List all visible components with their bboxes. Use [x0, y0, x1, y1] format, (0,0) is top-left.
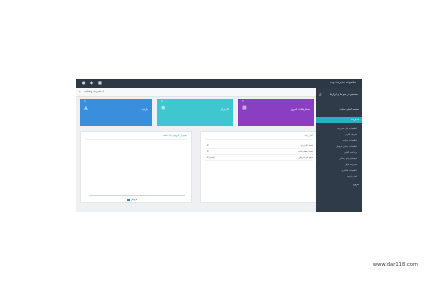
watermark-text: www.dar118.com — [372, 262, 418, 268]
toolbar: ‹ مدیریت وبسایت > — [76, 88, 316, 97]
stats-row-value: 0 — [207, 144, 209, 147]
chart-legend: فروش — [127, 198, 137, 201]
stats-row-label: تعداد کاربران — [300, 144, 313, 147]
tile-users-value: 0 — [161, 100, 163, 103]
app-window: ● ◆ ■ مجموعه مدیریت وب ‹ مدیریت وبسایت >… — [76, 79, 362, 212]
sidebar-subitem[interactable]: سیستم پیام رسانی — [339, 157, 357, 160]
stats-row: مبلغ کل فروش 0 تومان — [205, 156, 313, 161]
tile-users[interactable]: 0 ● کاربران — [157, 99, 233, 126]
sidebar-subitem[interactable]: تنظیمات بخش فروش — [336, 145, 357, 148]
basic-stats-title: آمار پایه — [304, 134, 313, 137]
stats-row-label: مبلغ کل فروش — [298, 156, 313, 159]
legend-label: فروش — [131, 198, 138, 201]
brand-title: مجموعه مدیریت وب — [330, 80, 356, 84]
panel-divider — [85, 139, 187, 140]
tile-orders-value: 0 — [242, 100, 244, 103]
search-icon: ⌕ — [319, 92, 322, 98]
panel-divider — [205, 139, 313, 140]
sidebar-item-logout[interactable]: خروج — [353, 183, 359, 186]
sidebar-subitem[interactable]: آمار بازدید — [347, 175, 357, 178]
basic-stats-panel: آمار پایه تعداد کاربران 0 تعداد سفارشات … — [200, 131, 318, 203]
legend-swatch — [127, 198, 130, 201]
breadcrumb[interactable]: مدیریت وبسایت > — [84, 90, 104, 93]
sidebar-subitem[interactable]: تنظیمات پنل مدیریت — [337, 127, 357, 130]
sidebar-subitem[interactable]: مدیریت فایل — [345, 163, 357, 166]
stats-row-value: 0 تومان — [207, 156, 215, 159]
chart-baseline — [89, 195, 185, 197]
sales-chart-panel: نمودار فروش یک هفته فروش — [80, 131, 192, 203]
sidebar-item-management[interactable]: مدیریت — [316, 117, 362, 123]
chevron-left-icon[interactable]: ‹ — [79, 89, 81, 94]
sidebar-search-text: جستجو در منو ها و ابزارها — [329, 93, 358, 96]
stats-row-value: 0 — [207, 150, 209, 153]
top-bar: ● ◆ ■ مجموعه مدیریت وب — [76, 79, 362, 88]
bell-icon[interactable]: ◆ — [90, 81, 94, 85]
sidebar-subitem[interactable]: پرداخت آنلاین — [344, 151, 357, 154]
tile-users-label: کاربران — [220, 107, 229, 111]
sidebar-subitem[interactable]: تنظیمات سایت — [343, 139, 357, 142]
tile-orders-label: سفارشات امروز — [290, 107, 310, 111]
settings-icon[interactable]: ■ — [98, 81, 102, 85]
user-icon[interactable]: ● — [82, 81, 86, 85]
sidebar-item-label: مدیریت — [350, 118, 359, 121]
sidebar: ⌕ جستجو در منو ها و ابزارها صفحه اصلی سا… — [316, 88, 362, 212]
stats-row-label: تعداد سفارشات — [297, 150, 313, 153]
stats-row: تعداد کاربران 0 — [205, 144, 313, 149]
users-icon: ● — [161, 105, 166, 111]
sidebar-search[interactable]: ⌕ جستجو در منو ها و ابزارها — [318, 92, 360, 100]
tile-visits-label: بازدید — [141, 107, 148, 111]
sidebar-subitem[interactable]: تعریف کاربر — [345, 133, 357, 136]
stats-row: تعداد سفارشات 0 — [205, 150, 313, 155]
tile-visits-value: 0 — [84, 100, 86, 103]
chart-icon: ▲ — [84, 105, 88, 111]
tile-orders[interactable]: 0 ■ سفارشات امروز — [238, 99, 314, 126]
sidebar-item-home[interactable]: صفحه اصلی سایت — [339, 108, 359, 111]
sidebar-subitem[interactable]: تنظیمات ظاهری — [341, 169, 357, 172]
tile-visits[interactable]: 0 ▲ بازدید — [80, 99, 152, 126]
sales-chart-title: نمودار فروش یک هفته — [162, 134, 187, 137]
cart-icon: ■ — [242, 105, 247, 111]
